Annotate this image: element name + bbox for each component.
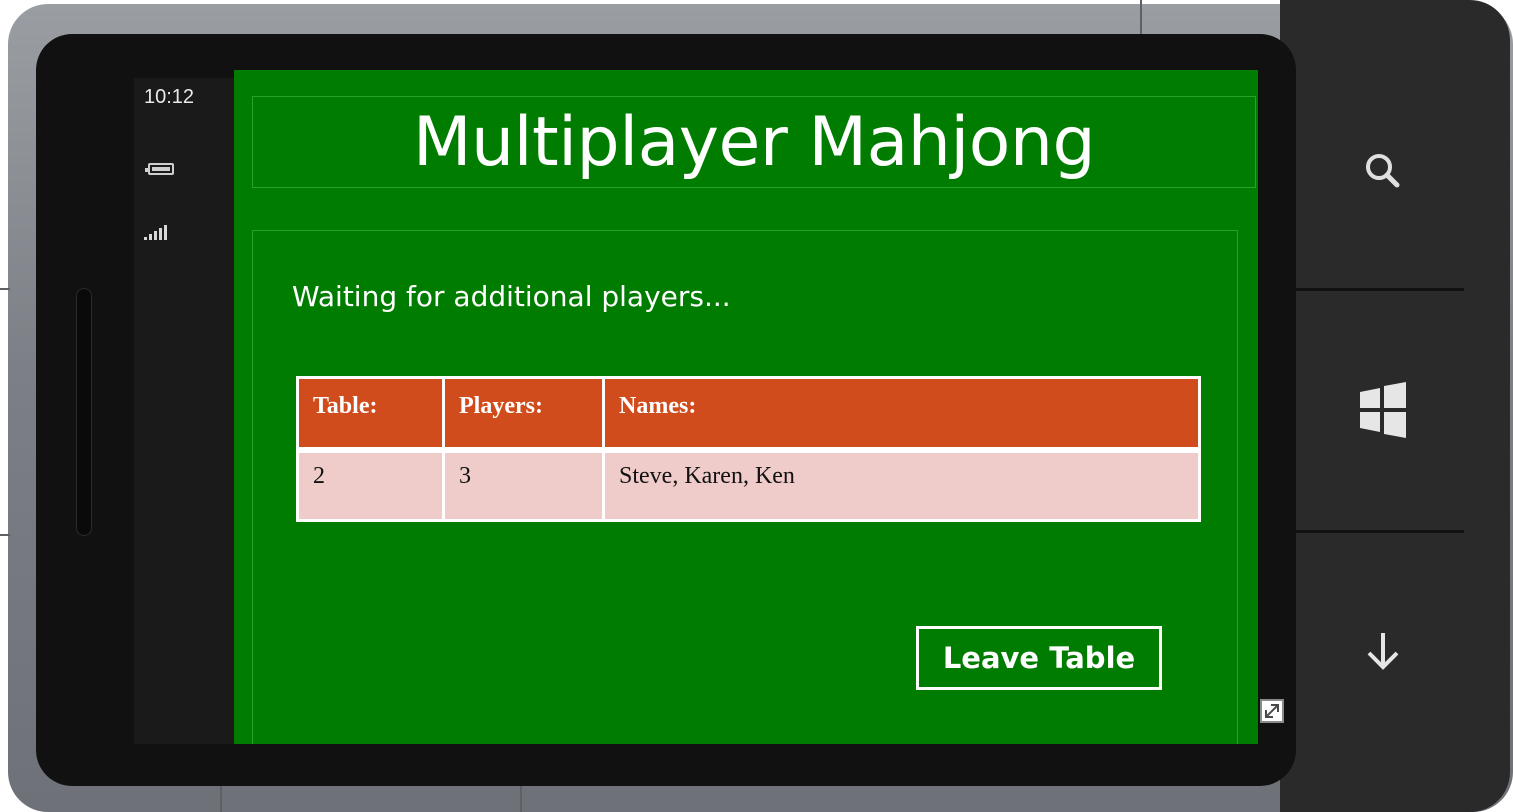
hardware-divider-1 — [1296, 288, 1464, 291]
windows-start-icon — [1360, 382, 1406, 438]
search-button[interactable] — [1318, 126, 1448, 216]
table-cell-player-count: 3 — [442, 446, 605, 522]
players-table: Table: Players: Names: 2 3 Steve, Karen,… — [296, 376, 1201, 522]
search-icon — [1366, 154, 1400, 188]
frame-seam-top — [1140, 0, 1142, 36]
table-cell-table-number: 2 — [296, 446, 445, 522]
back-icon — [1367, 633, 1399, 670]
leave-table-button[interactable]: Leave Table — [916, 626, 1162, 690]
back-button[interactable] — [1318, 606, 1448, 696]
app-screen: Multiplayer Mahjong Waiting for addition… — [234, 70, 1258, 744]
hardware-divider-2 — [1296, 530, 1464, 533]
signal-icon — [144, 224, 174, 240]
status-bar — [134, 78, 234, 744]
title-frame: Multiplayer Mahjong — [252, 96, 1256, 188]
waiting-status-text: Waiting for additional players... — [292, 280, 731, 313]
table-header-players: Players: — [442, 376, 605, 451]
windows-start-button[interactable] — [1318, 365, 1448, 455]
fullscreen-icon[interactable] — [1260, 699, 1284, 723]
table-cell-player-names: Steve, Karen, Ken — [602, 446, 1201, 522]
battery-icon — [145, 163, 174, 175]
table-row: 2 3 Steve, Karen, Ken — [296, 446, 1201, 522]
table-header-row: Table: Players: Names: — [296, 376, 1201, 451]
table-header-table: Table: — [296, 376, 445, 451]
table-header-names: Names: — [602, 376, 1201, 451]
frame-seam-bottom-2 — [520, 786, 522, 812]
frame-seam-left — [0, 288, 10, 290]
fullscreen-arrows — [1265, 704, 1279, 718]
frame-seam-left-lower — [0, 534, 10, 536]
clock-time: 10:12 — [144, 86, 195, 108]
app-title: Multiplayer Mahjong — [412, 102, 1096, 182]
frame-seam-bottom — [220, 786, 222, 812]
volume-slot — [76, 288, 92, 536]
